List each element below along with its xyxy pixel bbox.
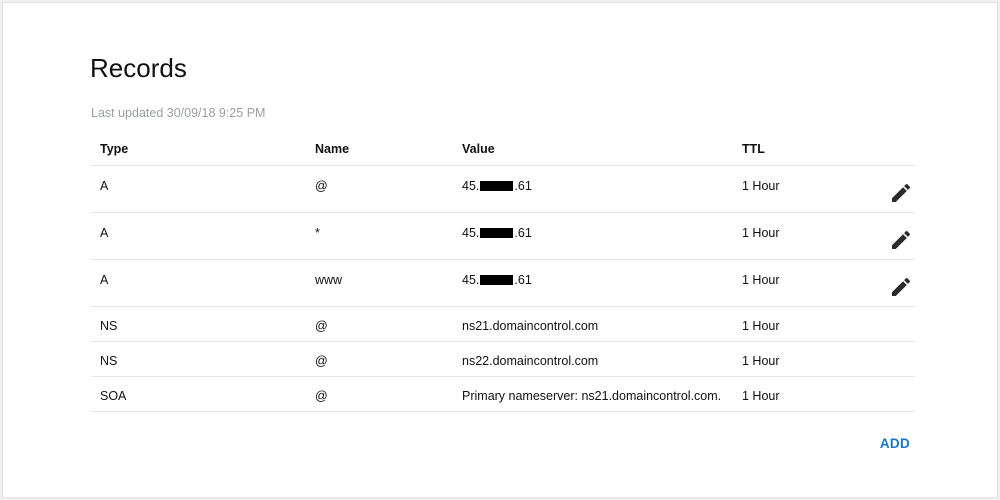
record-value: 45. .61 <box>462 273 532 287</box>
pencil-icon <box>892 183 911 202</box>
record-value: ns22.domaincontrol.com <box>462 354 599 368</box>
value-prefix: 45. <box>462 226 480 240</box>
table-row: SOA @ Primary nameserver: ns21.domaincon… <box>91 377 915 412</box>
record-value: 45. .61 <box>462 226 532 240</box>
table-row: NS @ ns21.domaincontrol.com 1 Hour <box>91 307 915 342</box>
record-name: * <box>315 226 320 240</box>
record-name: @ <box>315 354 328 368</box>
record-type: NS <box>100 319 118 333</box>
pencil-icon <box>892 230 911 249</box>
record-ttl: 1 Hour <box>742 354 780 368</box>
redaction-bar <box>480 275 514 285</box>
table-row: A www 45. .61 1 Hour <box>91 260 915 307</box>
last-updated-text: Last updated 30/09/18 9:25 PM <box>91 106 266 120</box>
edit-record-button[interactable] <box>889 275 913 299</box>
record-ttl: 1 Hour <box>742 389 780 403</box>
value-prefix: 45. <box>462 273 480 287</box>
value-suffix: .61 <box>514 273 532 287</box>
record-value: 45. .61 <box>462 179 532 193</box>
record-ttl: 1 Hour <box>742 273 780 287</box>
record-ttl: 1 Hour <box>742 179 780 193</box>
redaction-bar <box>480 181 514 191</box>
edit-record-button[interactable] <box>889 228 913 252</box>
pencil-icon <box>892 277 911 296</box>
record-name: www <box>315 273 343 287</box>
header-type: Type <box>100 142 129 156</box>
record-value: ns21.domaincontrol.com <box>462 319 599 333</box>
table-row: NS @ ns22.domaincontrol.com 1 Hour <box>91 342 915 377</box>
records-table: Type Name Value TTL A @ 45. .61 1 Hour A … <box>91 131 915 412</box>
header-value: Value <box>462 142 495 156</box>
records-card: Records Last updated 30/09/18 9:25 PM Ty… <box>2 2 998 498</box>
header-name: Name <box>315 142 350 156</box>
record-type: NS <box>100 354 118 368</box>
record-type: A <box>100 226 109 240</box>
value-suffix: .61 <box>514 226 532 240</box>
header-ttl: TTL <box>742 142 765 156</box>
record-name: @ <box>315 179 328 193</box>
edit-record-button[interactable] <box>889 181 913 205</box>
record-ttl: 1 Hour <box>742 319 780 333</box>
redaction-bar <box>480 228 514 238</box>
add-record-button[interactable]: ADD <box>880 436 910 451</box>
table-row: A @ 45. .61 1 Hour <box>91 166 915 213</box>
record-name: @ <box>315 319 328 333</box>
record-value: Primary nameserver: ns21.domaincontrol.c… <box>462 389 722 403</box>
record-type: A <box>100 273 109 287</box>
value-prefix: 45. <box>462 179 480 193</box>
value-suffix: .61 <box>514 179 532 193</box>
table-row: A * 45. .61 1 Hour <box>91 213 915 260</box>
record-type: A <box>100 179 109 193</box>
record-type: SOA <box>100 389 127 403</box>
page-title: Records <box>90 53 187 83</box>
table-header-row: Type Name Value TTL <box>91 131 915 166</box>
record-name: @ <box>315 389 328 403</box>
record-ttl: 1 Hour <box>742 226 780 240</box>
